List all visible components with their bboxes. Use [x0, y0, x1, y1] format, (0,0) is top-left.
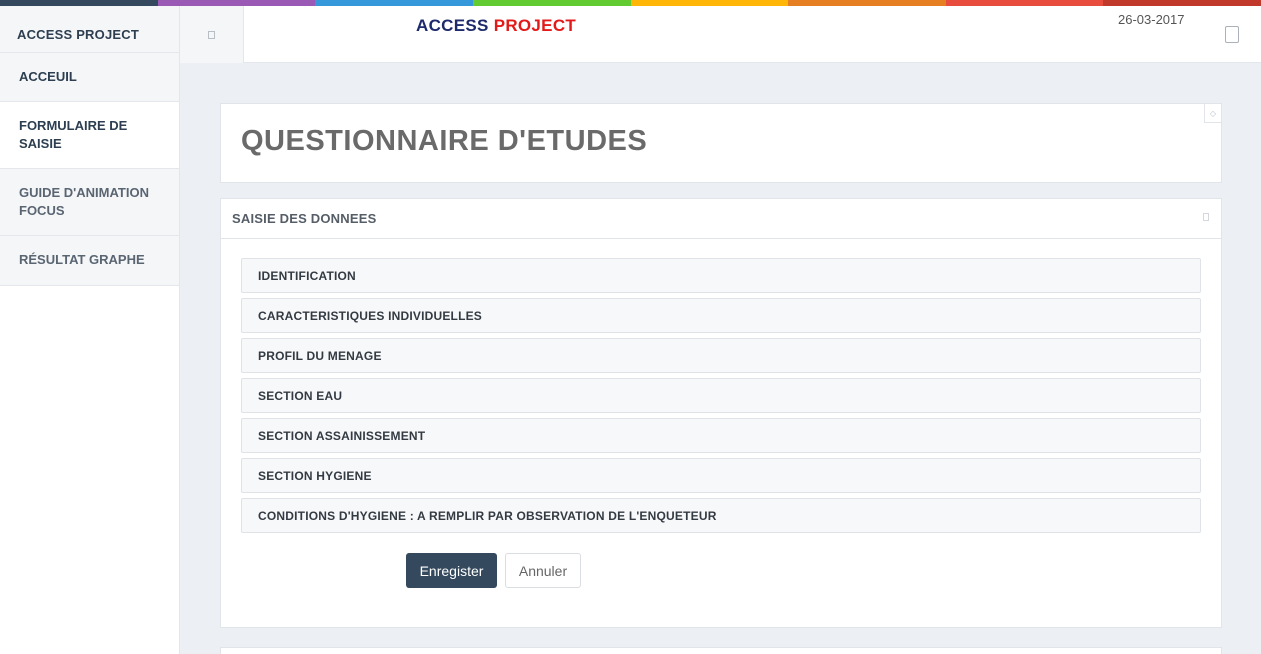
- app-title-part2: PROJECT: [493, 16, 577, 35]
- app-title: ACCESS PROJECT: [416, 16, 576, 36]
- next-panel: [220, 647, 1222, 654]
- app-title-part1: ACCESS: [416, 16, 489, 35]
- collapse-icon[interactable]: ◇: [1204, 104, 1221, 123]
- document-icon[interactable]: [1225, 26, 1239, 43]
- panel-title: SAISIE DES DONNEES: [232, 211, 377, 226]
- section-eau[interactable]: SECTION EAU: [241, 378, 1201, 413]
- sidebar: ACCESS PROJECT ACCEUIL FORMULAIRE DE SAI…: [0, 6, 180, 654]
- data-entry-panel: SAISIE DES DONNEES IDENTIFICATION CARACT…: [220, 198, 1222, 628]
- panel-header: SAISIE DES DONNEES: [221, 199, 1221, 239]
- page-title: QUESTIONNAIRE D'ETUDES: [241, 125, 648, 157]
- section-assainissement[interactable]: SECTION ASSAINISSEMENT: [241, 418, 1201, 453]
- save-button[interactable]: Enregister: [406, 553, 497, 588]
- sidebar-item-guide[interactable]: GUIDE D'ANIMATION FOCUS: [0, 169, 179, 236]
- sidebar-brand[interactable]: ACCESS PROJECT: [0, 6, 179, 53]
- sidebar-menu: ACCEUIL FORMULAIRE DE SAISIE GUIDE D'ANI…: [0, 53, 179, 286]
- panel-options-icon[interactable]: [1203, 213, 1209, 221]
- menu-toggle-icon: [208, 31, 215, 39]
- sidebar-item-formulaire[interactable]: FORMULAIRE DE SAISIE: [0, 102, 179, 169]
- section-hygiene[interactable]: SECTION HYGIENE: [241, 458, 1201, 493]
- top-header: ACCESS PROJECT 26-03-2017: [180, 6, 1261, 63]
- section-profil-menage[interactable]: PROFIL DU MENAGE: [241, 338, 1201, 373]
- cancel-button[interactable]: Annuler: [505, 553, 581, 588]
- page-title-card: QUESTIONNAIRE D'ETUDES ◇: [220, 103, 1222, 183]
- section-conditions-hygiene[interactable]: CONDITIONS D'HYGIENE : A REMPLIR PAR OBS…: [241, 498, 1201, 533]
- sidebar-item-acceuil[interactable]: ACCEUIL: [0, 53, 179, 102]
- header-date: 26-03-2017: [1118, 12, 1185, 27]
- section-caracteristiques[interactable]: CARACTERISTIQUES INDIVIDUELLES: [241, 298, 1201, 333]
- sidebar-item-resultat[interactable]: RÉSULTAT GRAPHE: [0, 236, 179, 285]
- section-identification[interactable]: IDENTIFICATION: [241, 258, 1201, 293]
- menu-toggle-button[interactable]: [180, 6, 244, 63]
